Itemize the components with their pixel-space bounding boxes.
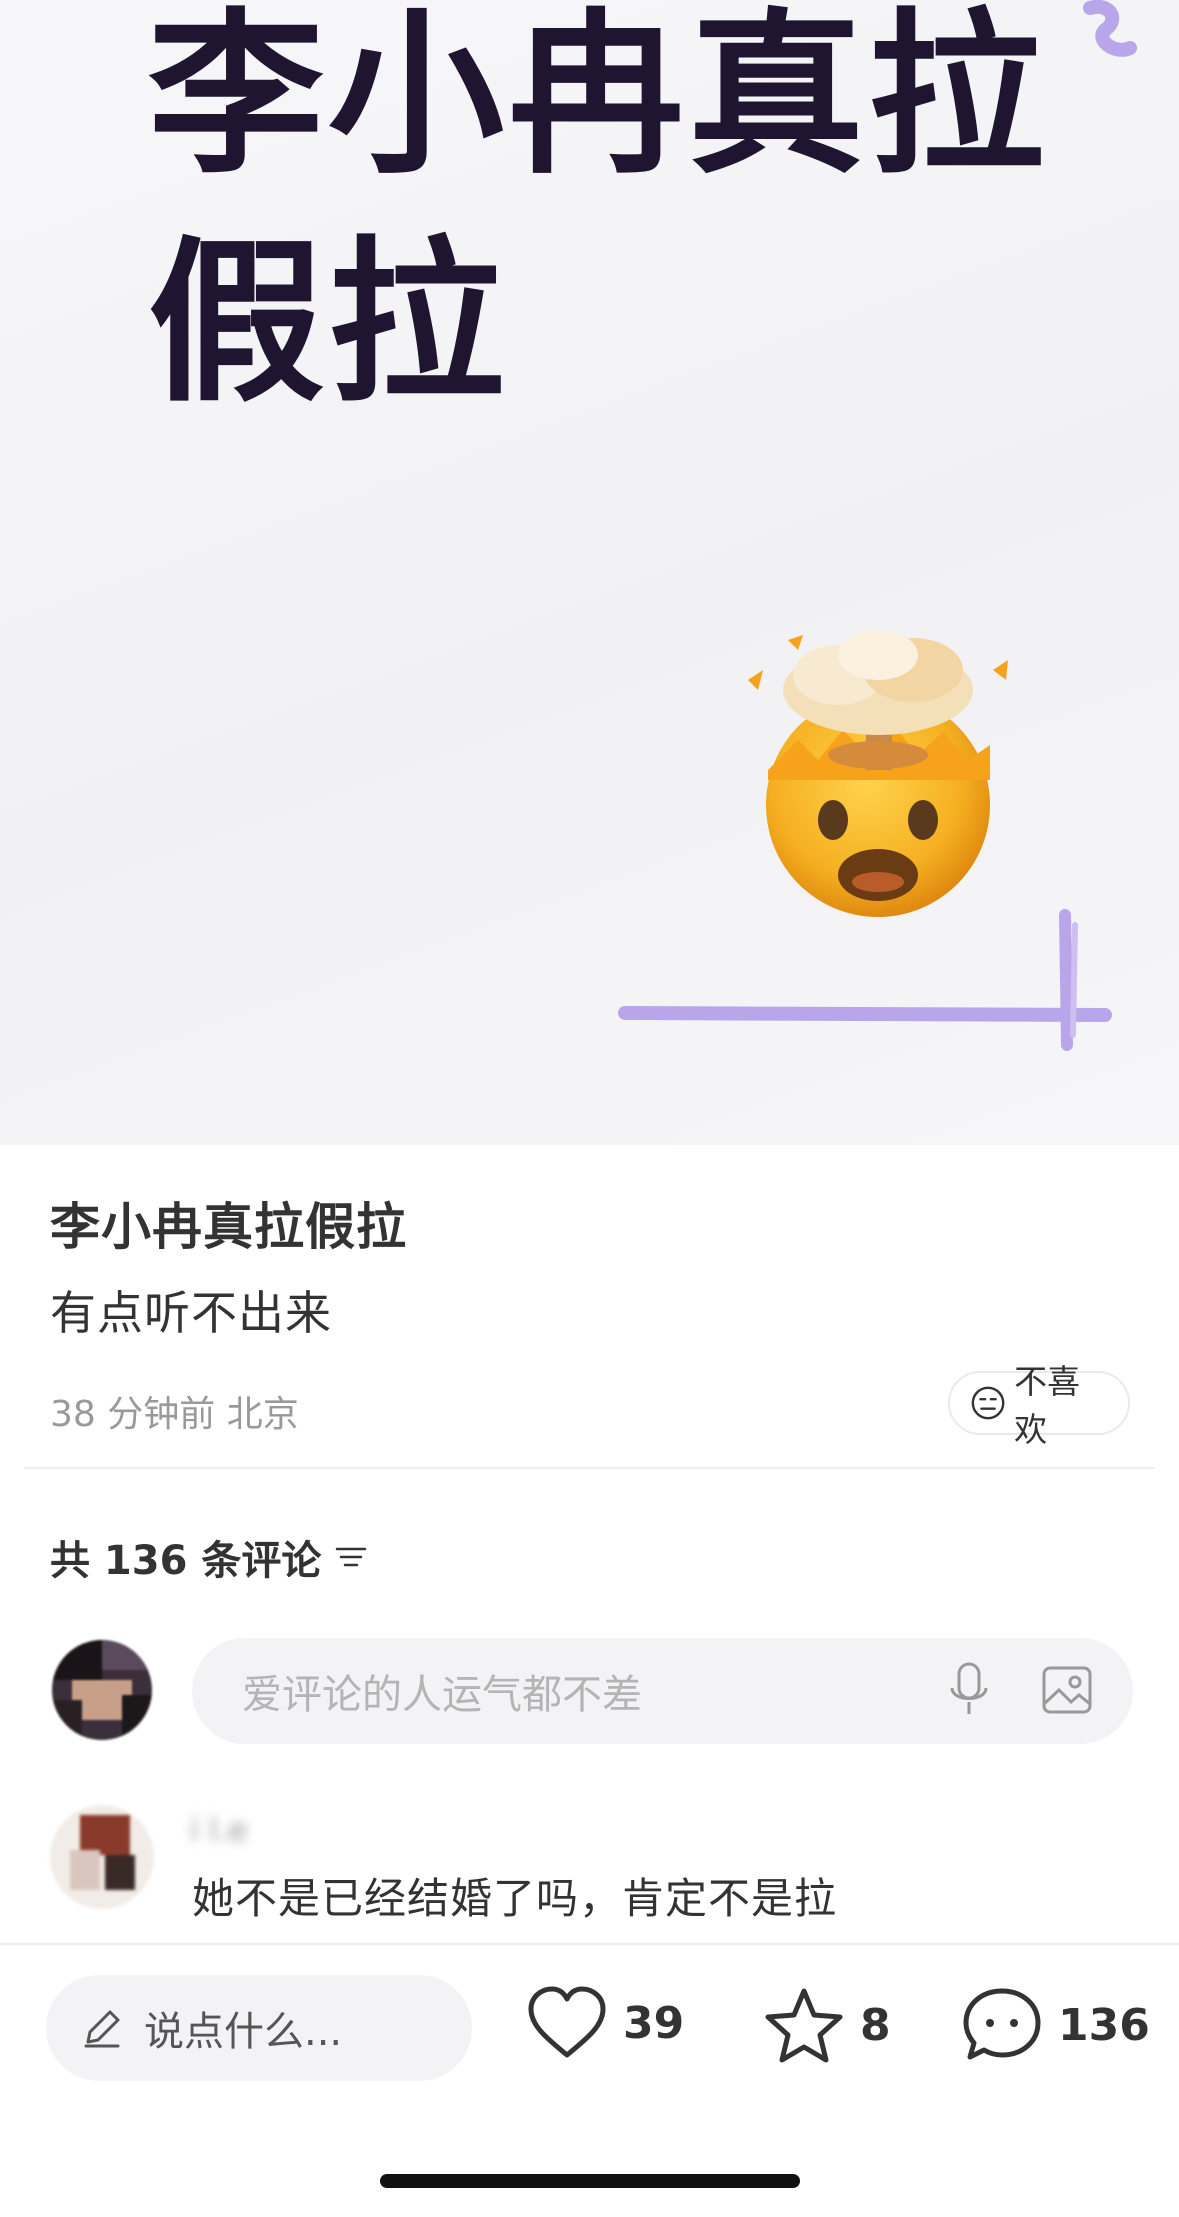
comment-text: 她不是已经结婚了吗，肯定不是拉 [192,1874,838,1923]
home-indicator[interactable] [380,2174,800,2188]
pencil-icon [84,2010,120,2048]
post-time: 38 分钟前 [50,1394,216,1435]
comment-button[interactable]: 136 [960,1985,1150,2065]
star-icon [765,1988,843,2063]
microphone-icon[interactable] [947,1660,991,1720]
say-something-placeholder: 说点什么... [144,2009,343,2055]
comments-count-label: 共 136 条评论 [50,1538,322,1584]
commenter-avatar[interactable] [50,1805,154,1909]
post-location: 北京 [226,1394,299,1435]
heart-icon [528,1986,606,2058]
comment-input-placeholder: 爱评论的人运气都不差 [242,1672,642,1718]
like-count: 39 [623,1997,685,2049]
say-something-input[interactable]: 说点什么... [46,1975,472,2081]
comment-item[interactable]: i l.e 她不是已经结婚了吗，肯定不是拉 [50,1805,1130,1945]
commenter-name[interactable]: i l.e [190,1811,248,1849]
like-button[interactable]: 39 [525,1985,684,2061]
favorite-button[interactable]: 8 [762,1985,891,2065]
chat-bubble-icon [963,1988,1041,2060]
my-avatar[interactable] [52,1640,152,1740]
dislike-label: 不喜欢 [1014,1362,1081,1449]
favorite-count: 8 [860,1999,891,2051]
avatar-image [52,1640,152,1740]
purple-squiggle-decoration [1083,0,1137,57]
neutral-face-icon [971,1386,1005,1420]
section-divider [24,1467,1155,1469]
comment-input[interactable]: 爱评论的人运气都不差 [192,1638,1133,1744]
image-icon[interactable] [1041,1660,1093,1720]
post-cover-image[interactable]: 李小冉真拉假拉 [0,0,1179,1145]
sort-filter-icon[interactable] [333,1542,369,1572]
exploding-head-emoji-icon [748,630,1008,917]
post-meta: 38 分钟前 北京 [50,1385,299,1437]
post-title: 李小冉真拉假拉 [50,1198,407,1256]
comment-count: 136 [1058,1999,1150,2051]
dislike-button[interactable]: 不喜欢 [948,1362,1130,1449]
commenter-avatar-image [50,1805,154,1909]
purple-line-decoration [618,909,1112,1051]
comments-header[interactable]: 共 136 条评论 [50,1528,369,1586]
post-body-text: 有点听不出来 [50,1286,332,1340]
cover-title-text: 李小冉真拉假拉 [148,0,1049,426]
